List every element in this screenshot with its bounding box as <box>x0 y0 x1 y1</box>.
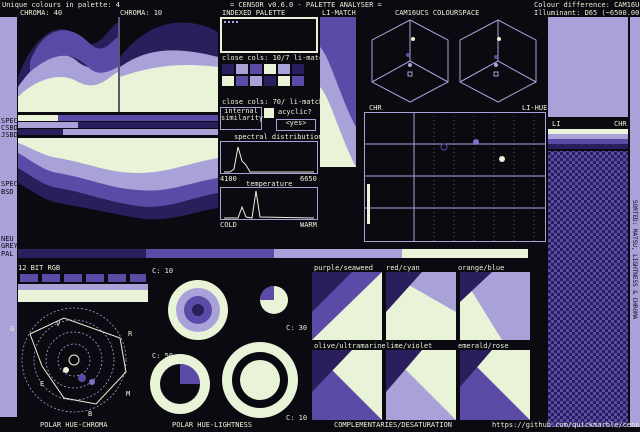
li-hue-label: LI-HUE <box>522 104 548 112</box>
indexed-palette-grid <box>220 17 318 53</box>
hue-letter-v: V <box>56 320 61 328</box>
polar-hue-chroma-plot <box>21 307 127 413</box>
csbd-bar-fill <box>18 122 78 128</box>
spectrum-wave-plot <box>18 138 218 228</box>
chroma-right-label: CHROMA: 10 <box>120 9 163 17</box>
checkbox-icon[interactable] <box>264 108 274 118</box>
rgb-ramp <box>18 272 148 302</box>
close-cols-grid-1 <box>220 62 318 96</box>
palette-swatch-3 <box>274 249 402 258</box>
jsbd-bar-fill <box>18 129 63 135</box>
hue-letter-g: G <box>10 325 15 333</box>
comp-label-emerald-rose: emerald/rose <box>458 342 509 350</box>
bsd-label: BSD <box>1 188 14 196</box>
colourspace-cubes <box>371 19 537 103</box>
acyclic-yes-button[interactable]: <yes> <box>276 119 316 131</box>
comp-label-orange-blue: orange/blue <box>458 264 505 272</box>
spectral-distribution-plot <box>220 141 318 174</box>
acyclic-label: acyclic? <box>278 108 312 116</box>
palette-swatch-1 <box>18 249 146 258</box>
chroma-left-label: CHROMA: 40 <box>20 9 63 17</box>
unique-colours-label: Unique colours in palette: 4 <box>2 1 121 9</box>
rgb-label: 12 BIT RGB <box>18 264 61 272</box>
colour-difference-label: Colour difference: CAM16UCS <box>534 1 640 9</box>
spec-min-label: 4100 <box>220 175 237 183</box>
pal-label: PAL <box>1 250 14 258</box>
li-match-column <box>320 17 356 167</box>
chroma-wave-plot <box>18 17 218 113</box>
jsbd-label: JSBD <box>1 131 18 139</box>
hue-letter-b: B <box>88 410 93 418</box>
spectral-distribution-label: spectral distribution <box>234 133 323 141</box>
hue-letter-m: M <box>126 390 131 398</box>
li-match-label: LI-MATCH <box>322 9 356 17</box>
temperature-plot <box>220 187 318 220</box>
comp-label-lime-violet: lime/violet <box>386 342 433 350</box>
spec-bar-fill <box>18 115 58 121</box>
indexed-palette-label: INDEXED PALETTE <box>222 9 286 17</box>
comp-label-purple-seaweed: purple/seaweed <box>314 264 374 272</box>
complementaries-grid <box>312 262 530 420</box>
polar-hue-lightness-label: POLAR HUE-LIGHTNESS <box>172 421 253 429</box>
app-title: = CENSOR v0.6.0 - PALETTE ANALYSER = <box>230 1 382 9</box>
colourspace-label: CAM16UCS COLOURSPACE <box>395 9 480 17</box>
spec2-label: SPEC <box>1 180 18 188</box>
polar-hue-lightness-plot <box>150 280 298 418</box>
complementaries-label: COMPLEMENTARIES/DESATURATION <box>334 421 453 429</box>
palette-swatch-2 <box>146 249 274 258</box>
grey-label: GREY <box>1 242 18 250</box>
illuminant-label: Illuminant: D65 (~6500.00 K) <box>534 9 640 17</box>
hue-letter-r: R <box>128 330 133 338</box>
cold-label: COLD <box>220 221 237 229</box>
internal-similarity-button[interactable]: internal similarity <box>220 107 263 130</box>
warm-label: WARM <box>300 221 317 229</box>
comp-label-olive-ultramarine: olive/ultramarine <box>314 342 386 350</box>
sorted-vertical-label: SORTED: MATSU, LIGHTNESS & CHROMA <box>631 200 638 320</box>
spec-max-label: 6650 <box>300 175 317 183</box>
hue-letter-e: E <box>40 380 45 388</box>
li-hue-plot <box>364 112 546 242</box>
chr-label: CHR <box>369 104 382 112</box>
polar-hue-chroma-label: POLAR HUE-CHROMA <box>40 421 108 429</box>
close-cols-1: close cols: 10/7 li-match <box>222 54 328 62</box>
github-url-link[interactable]: https://github.com/quickmarble/censor <box>492 421 640 429</box>
sorted-palette-grid <box>548 17 628 427</box>
close-cols-2: close cols: 70/ li-match <box>222 98 324 106</box>
comp-label-red-cyan: red/cyan <box>386 264 420 272</box>
palette-swatch-4 <box>402 249 528 258</box>
